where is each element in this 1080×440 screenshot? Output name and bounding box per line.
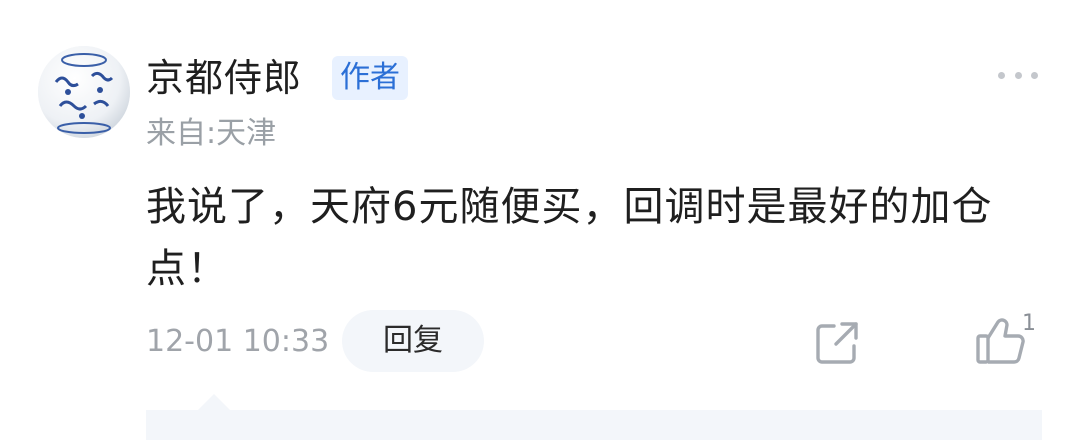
- dot: [998, 71, 1005, 79]
- avatar[interactable]: [38, 46, 130, 138]
- share-icon[interactable]: [812, 318, 862, 368]
- more-dots-icon[interactable]: [998, 60, 1038, 90]
- timestamp: 12-01 10:33: [146, 324, 330, 359]
- reply-panel-pointer: [198, 394, 230, 410]
- location-label: 来自:天津: [146, 116, 277, 151]
- thumbs-up-icon[interactable]: [974, 316, 1028, 366]
- replies-panel[interactable]: [146, 410, 1042, 440]
- author-badge: 作者: [332, 56, 408, 100]
- reply-button[interactable]: 回复: [342, 310, 484, 372]
- comment-text: 我说了，天府6元随便买，回调时是最好的加仓点！: [146, 184, 993, 292]
- dot: [1031, 71, 1038, 79]
- username[interactable]: 京都侍郎: [146, 50, 302, 106]
- comment-card: 京都侍郎 作者 来自:天津 我说了，天府6元随便买，回调时是最好的加仓点！ 12…: [0, 0, 1080, 440]
- like-count: 1: [1022, 311, 1036, 336]
- porcelain-avatar-image: [38, 46, 130, 138]
- dot: [1014, 71, 1022, 79]
